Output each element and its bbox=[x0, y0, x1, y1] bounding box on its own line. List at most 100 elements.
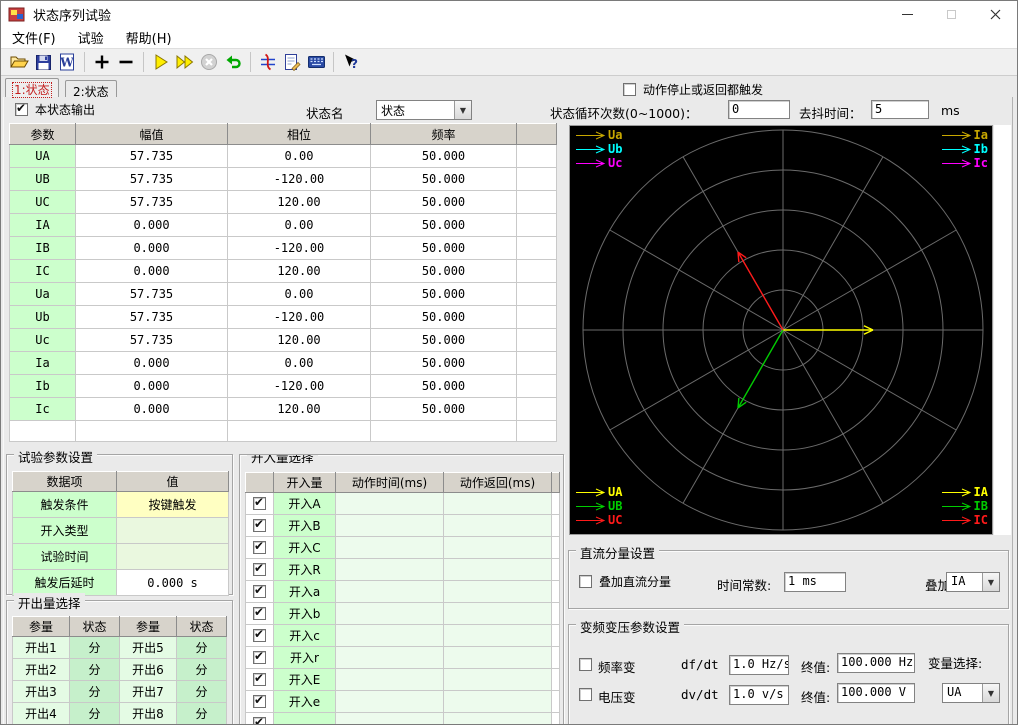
frequency-cell[interactable]: 50.000 bbox=[370, 259, 517, 283]
amplitude-cell[interactable]: 57.735 bbox=[75, 144, 228, 168]
action-time-cell[interactable] bbox=[335, 558, 444, 581]
soft-keyboard-button[interactable] bbox=[304, 51, 328, 73]
amplitude-cell[interactable]: 0.000 bbox=[75, 236, 228, 260]
output-state-cell[interactable]: 分 bbox=[69, 702, 120, 724]
frequency-cell[interactable]: 50.000 bbox=[370, 374, 517, 398]
action-time-cell[interactable] bbox=[335, 712, 444, 724]
input-enable-cell[interactable]: ✔ bbox=[245, 492, 274, 515]
final-value-input[interactable]: 100.000 Hz bbox=[837, 653, 915, 673]
output-state-cell[interactable]: 分 bbox=[69, 636, 120, 659]
action-return-cell[interactable] bbox=[443, 536, 552, 559]
action-time-cell[interactable] bbox=[335, 602, 444, 625]
phase-cell[interactable]: -120.00 bbox=[227, 236, 371, 260]
phase-cell[interactable]: 120.00 bbox=[227, 190, 371, 214]
state-name-select[interactable]: 状态 ▼ bbox=[376, 100, 472, 120]
action-time-cell[interactable] bbox=[335, 580, 444, 603]
frequency-cell[interactable]: 50.000 bbox=[370, 144, 517, 168]
save-button[interactable] bbox=[31, 51, 55, 73]
frequency-cell[interactable]: 50.000 bbox=[370, 328, 517, 352]
action-return-cell[interactable] bbox=[443, 602, 552, 625]
phase-cell[interactable]: 120.00 bbox=[227, 259, 371, 283]
action-return-cell[interactable] bbox=[443, 558, 552, 581]
tab-state-2[interactable]: 2:状态 bbox=[65, 80, 117, 99]
input-enable-cell[interactable]: ✔ bbox=[245, 536, 274, 559]
frequency-cell[interactable]: 50.000 bbox=[370, 190, 517, 214]
vf-enable-checkbox[interactable] bbox=[579, 658, 592, 672]
state-output-checkbox[interactable]: ✔ 本状态输出 bbox=[15, 101, 95, 118]
input-enable-cell[interactable]: ✔ bbox=[245, 602, 274, 625]
undo-button[interactable] bbox=[221, 51, 245, 73]
debounce-input[interactable]: 5 bbox=[871, 100, 929, 119]
output-state-cell[interactable]: 分 bbox=[176, 680, 227, 703]
action-return-cell[interactable] bbox=[443, 624, 552, 647]
minimize-button[interactable] bbox=[885, 1, 929, 27]
superpose-phase-select[interactable]: IA ▼ bbox=[946, 572, 1000, 592]
rate-input[interactable]: 1.0 v/s bbox=[729, 685, 789, 705]
action-return-cell[interactable] bbox=[443, 580, 552, 603]
phase-cell[interactable]: -120.00 bbox=[227, 374, 371, 398]
open-button[interactable] bbox=[7, 51, 31, 73]
phase-cell[interactable]: 120.00 bbox=[227, 397, 371, 421]
phase-cell[interactable]: 120.00 bbox=[227, 328, 371, 352]
remove-state-button[interactable] bbox=[114, 51, 138, 73]
loop-count-input[interactable]: 0 bbox=[728, 100, 790, 119]
input-enable-cell[interactable]: ✔ bbox=[245, 624, 274, 647]
trigger-settings-button[interactable] bbox=[256, 51, 280, 73]
menu-help[interactable]: 帮助(H) bbox=[115, 28, 183, 47]
stop-button[interactable] bbox=[197, 51, 221, 73]
report-button[interactable] bbox=[280, 51, 304, 73]
trigger-on-stop-checkbox[interactable]: 动作停止或返回都触发 bbox=[623, 81, 763, 98]
amplitude-cell[interactable]: 0.000 bbox=[75, 397, 228, 421]
phase-cell[interactable]: 0.00 bbox=[227, 144, 371, 168]
phase-cell[interactable]: 0.00 bbox=[227, 351, 371, 375]
phase-cell[interactable]: 0.00 bbox=[227, 213, 371, 237]
vf-enable-checkbox[interactable] bbox=[579, 688, 592, 702]
input-enable-cell[interactable]: ✔ bbox=[245, 712, 274, 724]
dc-superpose-checkbox[interactable]: 叠加直流分量 bbox=[579, 573, 671, 590]
output-state-cell[interactable]: 分 bbox=[176, 636, 227, 659]
amplitude-cell[interactable]: 57.735 bbox=[75, 305, 228, 329]
frequency-cell[interactable]: 50.000 bbox=[370, 397, 517, 421]
context-help-button[interactable]: ? bbox=[339, 51, 363, 73]
action-return-cell[interactable] bbox=[443, 668, 552, 691]
action-time-cell[interactable] bbox=[335, 492, 444, 515]
input-enable-cell[interactable]: ✔ bbox=[245, 668, 274, 691]
output-state-cell[interactable]: 分 bbox=[176, 702, 227, 724]
amplitude-cell[interactable]: 57.735 bbox=[75, 328, 228, 352]
action-time-cell[interactable] bbox=[335, 624, 444, 647]
rate-input[interactable]: 1.0 Hz/s bbox=[729, 655, 789, 675]
phase-cell[interactable]: -120.00 bbox=[227, 167, 371, 191]
input-enable-cell[interactable]: ✔ bbox=[245, 690, 274, 713]
input-enable-cell[interactable]: ✔ bbox=[245, 558, 274, 581]
value-cell[interactable] bbox=[116, 543, 229, 570]
amplitude-cell[interactable]: 57.735 bbox=[75, 282, 228, 306]
action-return-cell[interactable] bbox=[443, 514, 552, 537]
value-cell[interactable]: 按键触发 bbox=[116, 491, 229, 518]
action-time-cell[interactable] bbox=[335, 514, 444, 537]
final-value-input[interactable]: 100.000 V bbox=[837, 683, 915, 703]
phase-cell[interactable]: 0.00 bbox=[227, 282, 371, 306]
amplitude-cell[interactable]: 0.000 bbox=[75, 351, 228, 375]
menu-file[interactable]: 文件(F) bbox=[1, 28, 67, 47]
variable-select[interactable]: UA ▼ bbox=[942, 683, 1000, 703]
frequency-cell[interactable]: 50.000 bbox=[370, 213, 517, 237]
frequency-cell[interactable]: 50.000 bbox=[370, 351, 517, 375]
frequency-cell[interactable]: 50.000 bbox=[370, 236, 517, 260]
value-cell[interactable]: 0.000 s bbox=[116, 569, 229, 596]
start-button[interactable] bbox=[149, 51, 173, 73]
frequency-cell[interactable]: 50.000 bbox=[370, 305, 517, 329]
maximize-button[interactable] bbox=[929, 1, 973, 27]
value-cell[interactable] bbox=[116, 517, 229, 544]
output-state-cell[interactable]: 分 bbox=[69, 658, 120, 681]
input-enable-cell[interactable]: ✔ bbox=[245, 580, 274, 603]
close-button[interactable] bbox=[973, 1, 1017, 27]
action-return-cell[interactable] bbox=[443, 646, 552, 669]
action-time-cell[interactable] bbox=[335, 646, 444, 669]
amplitude-cell[interactable]: 0.000 bbox=[75, 259, 228, 283]
fast-run-button[interactable] bbox=[173, 51, 197, 73]
amplitude-cell[interactable]: 0.000 bbox=[75, 213, 228, 237]
action-return-cell[interactable] bbox=[443, 492, 552, 515]
amplitude-cell[interactable]: 57.735 bbox=[75, 167, 228, 191]
action-time-cell[interactable] bbox=[335, 690, 444, 713]
add-state-button[interactable] bbox=[90, 51, 114, 73]
